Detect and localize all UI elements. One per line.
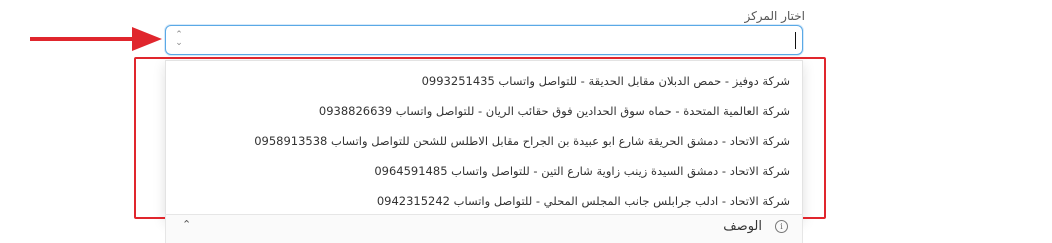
dropdown-option[interactable]: شركة الاتحاد - دمشق السيدة زينب زاوية شا…	[178, 159, 790, 183]
up-down-chevron-icon[interactable]: ⌃ ⌄	[174, 31, 184, 48]
text-cursor	[795, 32, 796, 49]
info-icon: i	[775, 220, 788, 233]
dropdown-option[interactable]: شركة الاتحاد - ادلب جرابلس جانب المجلس ا…	[178, 189, 790, 213]
chevron-up-icon[interactable]: ⌃	[182, 218, 191, 231]
description-section-header[interactable]: ⌃ الوصف i	[165, 214, 803, 243]
dropdown-option[interactable]: شركة العالمية المتحدة - حماه سوق الحدادي…	[178, 99, 790, 123]
dropdown-option[interactable]: شركة دوفيز - حمص الدبلان مقابل الحديقة -…	[178, 69, 790, 93]
red-annotation-arrow-icon	[30, 27, 162, 51]
center-select-label: اختار المركز	[744, 9, 805, 23]
center-dropdown-list: شركة دوفيز - حمص الدبلان مقابل الحديقة -…	[165, 60, 803, 220]
description-title: الوصف	[723, 219, 762, 234]
dropdown-option[interactable]: شركة الاتحاد - دمشق الحريقة شارع ابو عبي…	[178, 129, 790, 153]
center-select[interactable]: ⌃ ⌄	[165, 25, 803, 55]
